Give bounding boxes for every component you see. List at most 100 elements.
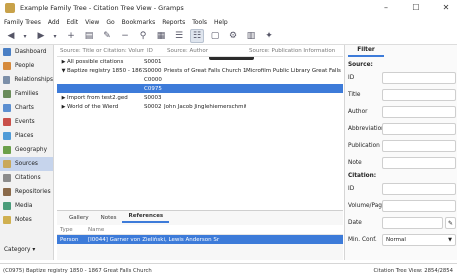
navigator-sidebar: Dashboard People Relationships Families Char… xyxy=(0,45,54,260)
column-header-publication[interactable]: Source: Publication Information xyxy=(246,48,343,54)
volume-page-field[interactable] xyxy=(382,199,456,212)
clipboard-icon[interactable]: ▢ xyxy=(208,29,222,43)
tab-filter[interactable]: Filter xyxy=(348,45,384,57)
people-icon xyxy=(3,62,11,70)
window-controls: – ☐ ✕ xyxy=(379,2,453,14)
citation-title-cell: ▶ All possible citations xyxy=(57,59,144,65)
reports-icon[interactable]: ▥ xyxy=(244,29,258,43)
forward-icon[interactable]: ▶ xyxy=(34,29,48,43)
source-id-field[interactable] xyxy=(382,71,456,84)
column-header-title[interactable]: Source: Title or Citation: Volume/Pa xyxy=(57,48,144,54)
min-conf-select[interactable]: Normal ▼ xyxy=(382,233,456,246)
close-button[interactable]: ✕ xyxy=(439,2,453,14)
merge-icon[interactable]: ⚲ xyxy=(136,29,150,43)
geography-icon xyxy=(3,146,11,154)
share-icon[interactable]: ▤ xyxy=(82,29,96,43)
notes-icon xyxy=(3,216,11,224)
expander-closed-icon[interactable]: ▶ xyxy=(60,59,67,65)
column-header-type[interactable]: Type xyxy=(57,227,85,233)
citation-title-cell: ▶ World of the Wierd xyxy=(57,104,144,110)
config-view-icon[interactable]: ⚙ xyxy=(226,29,240,43)
menu-help[interactable]: Help xyxy=(214,19,228,26)
volume-page-label: Volume/Page xyxy=(348,202,386,209)
forward-dropdown-icon[interactable]: ▾ xyxy=(52,29,58,43)
tab-notes[interactable]: Notes xyxy=(95,215,123,223)
table-row[interactable]: ▶ World of the Wierd S0002 John Jacob Jingl… xyxy=(57,102,343,111)
menu-family-trees[interactable]: Family Trees xyxy=(4,19,41,26)
source-publication-field[interactable] xyxy=(382,139,456,152)
column-header-name[interactable]: Name xyxy=(85,227,285,233)
filter-sidebar-icon[interactable]: ▦ xyxy=(154,29,168,43)
sidebar-item-label: People xyxy=(15,63,35,69)
column-header-id[interactable]: ID xyxy=(144,48,164,54)
expander-open-icon[interactable]: ▼ xyxy=(60,68,67,74)
tab-gallery[interactable]: Gallery xyxy=(63,215,95,223)
edit-icon[interactable]: ✎ xyxy=(100,29,114,43)
menu-tools[interactable]: Tools xyxy=(192,19,207,26)
table-row[interactable]: ▼Baptize registry 1850 - 1867 Gre...S000… xyxy=(57,66,343,75)
sidebar-item-label: Dashboard xyxy=(15,49,47,55)
minimize-button[interactable]: – xyxy=(379,2,393,14)
sidebar-item-relationships[interactable]: Relationships xyxy=(0,73,53,87)
row-id: S0001 xyxy=(144,58,162,65)
sidebar-item-families[interactable]: Families xyxy=(0,87,53,101)
add-icon[interactable]: + xyxy=(64,29,78,43)
sidebar-item-events[interactable]: Events xyxy=(0,115,53,129)
sidebar-item-geography[interactable]: Geography xyxy=(0,143,53,157)
source-section-label: Source: xyxy=(348,61,373,68)
column-header-author[interactable]: Source: Author xyxy=(164,48,246,54)
table-row[interactable]: C0000 xyxy=(57,75,343,84)
source-author-label: Author xyxy=(348,108,368,115)
sidebar-item-sources[interactable]: Sources xyxy=(0,157,53,171)
table-row[interactable]: Person [I0044] Garner von Zieliński, Lew… xyxy=(57,235,343,244)
source-author-field[interactable] xyxy=(382,105,456,118)
menu-add[interactable]: Add xyxy=(48,19,60,26)
back-icon[interactable]: ◀ xyxy=(4,29,18,43)
citation-view-icon[interactable]: ☰ xyxy=(172,29,186,43)
citation-title-cell xyxy=(57,86,144,92)
row-author: Priests of Great Falls Church 1850 - 186… xyxy=(164,67,246,74)
sidebar-item-repositories[interactable]: Repositories xyxy=(0,185,53,199)
title-bar: Example Family Tree - Citation Tree View… xyxy=(0,0,457,16)
sidebar-item-places[interactable]: Places xyxy=(0,129,53,143)
remove-icon[interactable]: − xyxy=(118,29,132,43)
table-row[interactable]: ▶ All possible citations S0001 xyxy=(57,57,343,66)
source-abbreviation-label: Abbreviation xyxy=(348,125,385,132)
menu-edit[interactable]: Edit xyxy=(66,19,78,26)
tab-references[interactable]: References xyxy=(122,213,170,223)
menu-go[interactable]: Go xyxy=(106,19,114,26)
back-dropdown-icon[interactable]: ▾ xyxy=(22,29,28,43)
source-abbreviation-field[interactable] xyxy=(382,122,456,135)
table-row[interactable]: ▶ Import from test2.ged S0003 xyxy=(57,93,343,102)
maximize-button[interactable]: ☐ xyxy=(409,2,423,14)
table-row[interactable]: C0975 xyxy=(57,84,343,93)
menu-bookmarks[interactable]: Bookmarks xyxy=(122,19,156,26)
date-field[interactable] xyxy=(382,216,443,229)
category-selector[interactable]: Category ▾ xyxy=(4,247,35,253)
sidebar-item-citations[interactable]: Citations xyxy=(0,171,53,185)
citation-tree-view-icon[interactable]: ☷ xyxy=(190,29,204,43)
citation-id-field[interactable] xyxy=(382,182,456,195)
menu-view[interactable]: View xyxy=(85,19,99,26)
row-title: Baptize registry 1850 - 1867 Gre... xyxy=(67,67,144,74)
reference-name: [I0044] Garner von Zieliński, Lewis Ande… xyxy=(88,236,220,243)
tools-icon[interactable]: ✦ xyxy=(262,29,276,43)
row-author: John Jacob Jinglehiemerschmitt xyxy=(164,103,246,110)
relationships-icon xyxy=(3,76,11,84)
citation-id-label: ID xyxy=(348,185,355,192)
date-edit-button[interactable]: ✎ xyxy=(445,216,456,229)
bottom-tabs: Gallery Notes References xyxy=(57,211,343,223)
menu-reports[interactable]: Reports xyxy=(162,19,185,26)
sidebar-item-media[interactable]: Media xyxy=(0,199,53,213)
families-icon xyxy=(3,90,11,98)
sidebar-item-charts[interactable]: Charts xyxy=(0,101,53,115)
source-title-field[interactable] xyxy=(382,88,456,101)
expander-closed-icon[interactable]: ▶ xyxy=(60,95,67,101)
source-note-field[interactable] xyxy=(382,156,456,169)
row-id: C0000 xyxy=(144,76,162,83)
sidebar-item-dashboard[interactable]: Dashboard xyxy=(0,45,53,59)
expander-closed-icon[interactable]: ▶ xyxy=(60,104,67,110)
sidebar-item-people[interactable]: People xyxy=(0,59,53,73)
menu-bar: Family Trees Add Edit View Go Bookmarks … xyxy=(0,16,457,28)
sidebar-item-notes[interactable]: Notes xyxy=(0,213,53,227)
